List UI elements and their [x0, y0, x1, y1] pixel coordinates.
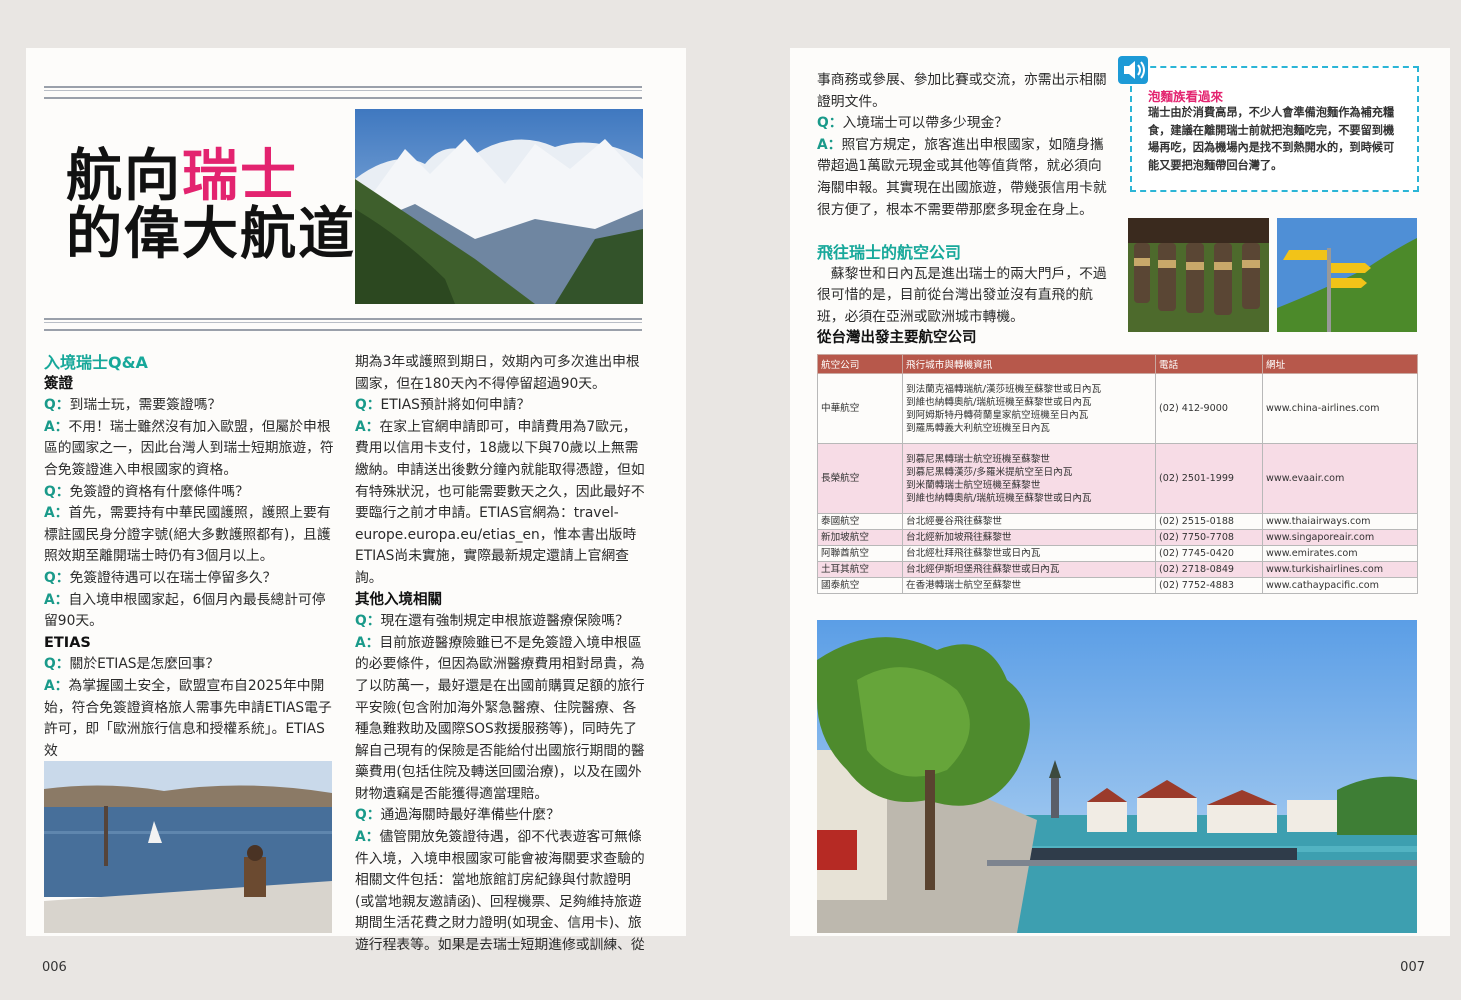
left-column-2: 期為3年或護照到期日，效期內可多次進出申根國家，但在180天內不得停留超過90天… [355, 354, 645, 954]
page-number-right: 007 [1400, 960, 1425, 975]
signpost-photo [1277, 218, 1417, 332]
url-link[interactable]: www.turkishairlines.com [1262, 561, 1418, 578]
speaker-icon [1118, 56, 1148, 84]
col-header-url: 網址 [1262, 354, 1418, 374]
col-header-phone: 電話 [1155, 354, 1263, 374]
tip-title: 泡麵族看過來 [1148, 89, 1224, 104]
heading-etias: ETIAS [44, 634, 91, 651]
url-link[interactable]: www.china-airlines.com [1262, 373, 1418, 444]
table-row: 新加坡航空 台北經新加坡飛往蘇黎世 (02) 7750-7708 www.singap… [817, 529, 1418, 546]
heading-table: 從台灣出發主要航空公司 [817, 330, 977, 347]
col-header-route: 飛行城市與轉機資訊 [902, 354, 1156, 374]
mountain-photo [355, 109, 643, 304]
table-row: 土耳其航空 台北經伊斯坦堡飛往蘇黎世或日內瓦 (02) 2718-0849 www.t… [817, 561, 1418, 578]
table-row: 長榮航空 到慕尼黑轉瑞士航空班機至蘇黎世 到慕尼黑轉漢莎/多羅米提航空至日內瓦 到米… [817, 443, 1418, 514]
title-bottom-rule [44, 318, 642, 331]
tip-box: 泡麵族看過來 瑞士由於消費高昂，不少人會準備泡麵作為補充糧食，建議在離開瑞士前就… [1130, 66, 1419, 192]
heading-airline: 飛往瑞士的航空公司 [817, 243, 962, 262]
tip-text: 瑞士由於消費高昂，不少人會準備泡麵作為補充糧食，建議在離開瑞士前就把泡麵吃完，不… [1148, 106, 1395, 172]
zurich-river-photo [817, 620, 1417, 933]
lake-geneva-photo [44, 761, 332, 933]
heading-visa: 簽證 [44, 375, 73, 392]
heading-other: 其他入境相關 [355, 591, 442, 608]
left-column-1: 入境瑞士Q&A 簽證 Q：到瑞士玩，需要簽證嗎？ A：不用！瑞士雖然沒有加入歐盟… [44, 353, 334, 759]
airline-section: 飛往瑞士的航空公司 蘇黎世和日內瓦是進出瑞士的兩大門戶，不過很可惜的是，目前從台… [817, 242, 1109, 350]
url-link[interactable]: www.evaair.com [1262, 443, 1418, 514]
url-link[interactable]: www.singaporeair.com [1262, 529, 1418, 546]
url-link[interactable]: www.thaiairways.com [1262, 513, 1418, 530]
airline-table: 航空公司 飛行城市與轉機資訊 電話 網址 中華航空 到法蘭克福轉瑞航/漢莎班機至… [817, 354, 1418, 594]
table-row: 阿聯酋航空 台北經杜拜飛往蘇黎世或日內瓦 (02) 7745-0420 www.emi… [817, 545, 1418, 562]
table-row: 泰國航空 台北經曼谷飛往蘇黎世 (02) 2515-0188 www.thaiairw… [817, 513, 1418, 530]
top-rule [44, 86, 642, 99]
url-link[interactable]: www.emirates.com [1262, 545, 1418, 562]
page-number-left: 006 [42, 960, 67, 975]
cowbells-photo [1128, 218, 1269, 332]
table-row: 中華航空 到法蘭克福轉瑞航/漢莎班機至蘇黎世或日內瓦 到維也納轉奧航/瑞航班機至蘇… [817, 373, 1418, 444]
section-heading-qa: 入境瑞士Q&A [44, 353, 148, 372]
url-link[interactable]: www.cathaypacific.com [1262, 577, 1418, 594]
right-top-text: 事商務或參展、參加比賽或交流，亦需出示相關證明文件。 Q：入境瑞士可以帶多少現金… [817, 72, 1107, 218]
table-row: 國泰航空 在香港轉瑞士航空至蘇黎世 (02) 7752-4883 www.cathay… [817, 577, 1418, 594]
page-title: 航向瑞士 的偉大航道 [66, 144, 356, 267]
col-header-airline: 航空公司 [817, 354, 903, 374]
